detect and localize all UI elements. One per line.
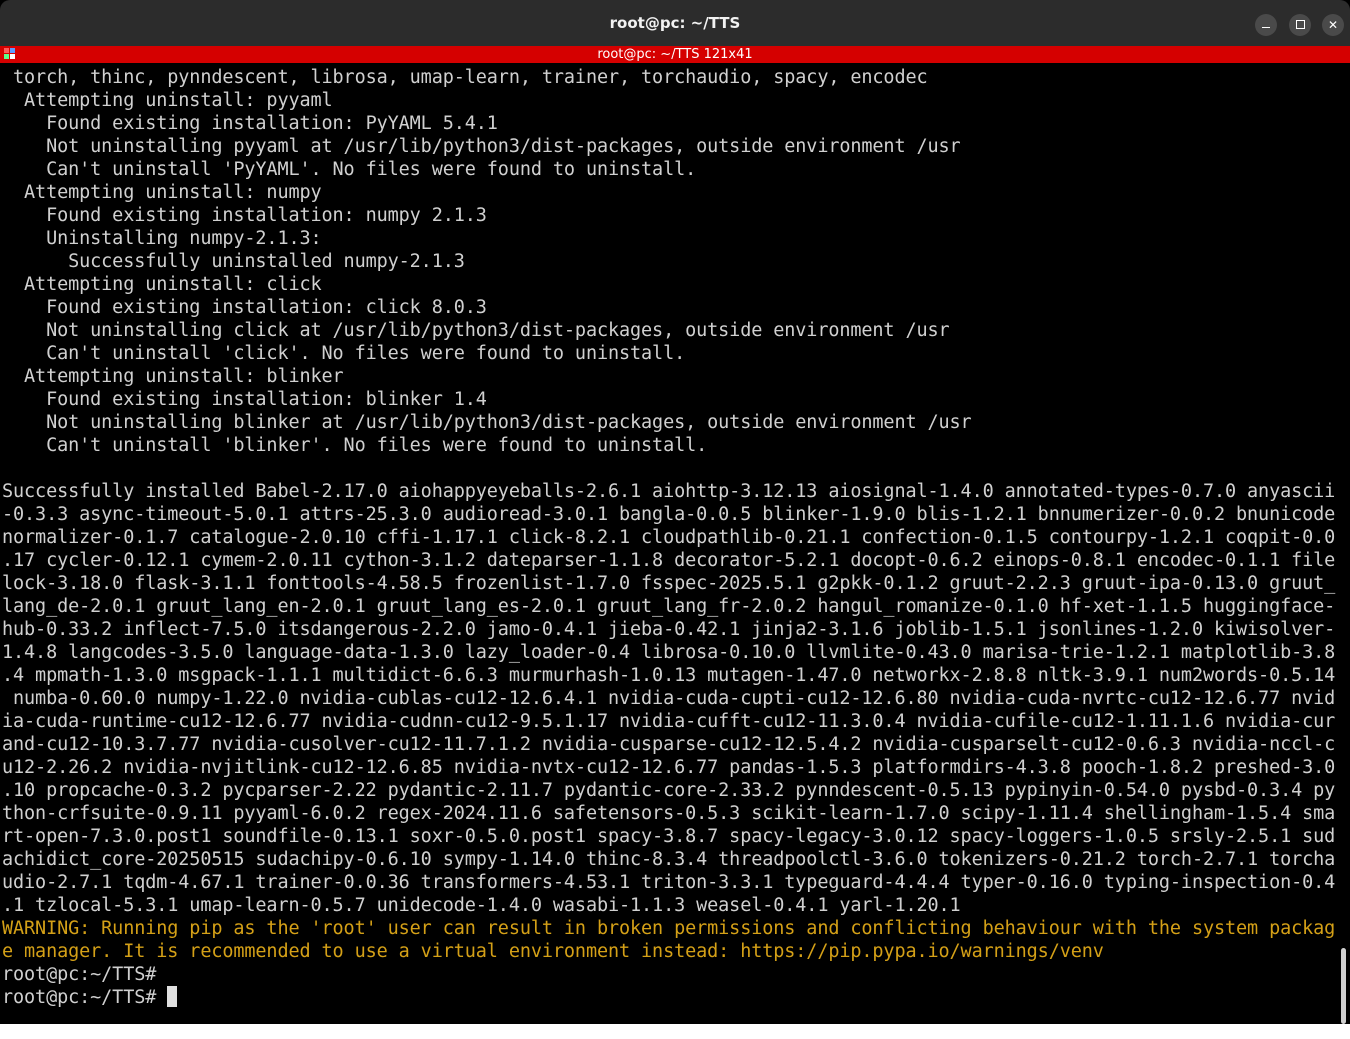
output-line: Found existing installation: numpy 2.1.3: [2, 205, 487, 226]
output-line: Uninstalling numpy-2.1.3:: [2, 228, 322, 249]
output-line: Can't uninstall 'blinker'. No files were…: [2, 435, 708, 456]
output-line: Attempting uninstall: blinker: [2, 366, 344, 387]
output-line: Not uninstalling pyyaml at /usr/lib/pyth…: [2, 136, 961, 157]
terminal-output[interactable]: torch, thinc, pynndescent, librosa, umap…: [2, 66, 1338, 1026]
output-line: 1.4.8 langcodes-3.5.0 language-data-1.3.…: [2, 642, 1336, 663]
window-title: root@pc: ~/TTS: [609, 14, 741, 32]
output-line: lock-3.18.0 flask-3.1.1 fonttools-4.58.5…: [2, 573, 1336, 594]
output-line: udio-2.7.1 tqdm-4.67.1 trainer-0.0.36 tr…: [2, 872, 1336, 893]
output-line: hub-0.33.2 inflect-7.5.0 itsdangerous-2.…: [2, 619, 1336, 640]
close-icon: ✕: [1327, 18, 1339, 32]
prompt-line: root@pc:~/TTS#: [2, 986, 1338, 1009]
output-line: Attempting uninstall: click: [2, 274, 322, 295]
output-line: numba-0.60.0 numpy-1.22.0 nvidia-cublas-…: [2, 688, 1336, 709]
output-line: Attempting uninstall: numpy: [2, 182, 322, 203]
output-line: Can't uninstall 'click'. No files were f…: [2, 343, 686, 364]
output-line: Successfully installed Babel-2.17.0 aioh…: [2, 481, 1336, 502]
output-line: rt-open-7.3.0.post1 soundfile-0.13.1 sox…: [2, 826, 1336, 847]
output-line: ia-cuda-runtime-cu12-12.6.77 nvidia-cudn…: [2, 711, 1336, 732]
output-line: .4 mpmath-1.3.0 msgpack-1.1.1 multidict-…: [2, 665, 1336, 686]
output-line: achidict_core-20250515 sudachipy-0.6.10 …: [2, 849, 1336, 870]
minimize-icon: [1262, 26, 1270, 28]
cursor: [167, 986, 178, 1007]
warning-line: e manager. It is recommended to use a vi…: [2, 941, 1104, 962]
tmux-title: root@pc: ~/TTS 121x41: [597, 47, 753, 62]
output-line: .10 propcache-0.3.2 pycparser-2.22 pydan…: [2, 780, 1336, 801]
close-button[interactable]: ✕: [1322, 14, 1344, 36]
output-line: Attempting uninstall: pyyaml: [2, 90, 333, 111]
warning-line: WARNING: Running pip as the 'root' user …: [2, 918, 1336, 939]
tmux-status-bar: root@pc: ~/TTS 121x41: [0, 46, 1350, 63]
prompt-line: root@pc:~/TTS#: [2, 964, 168, 985]
output-line: Can't uninstall 'PyYAML'. No files were …: [2, 159, 697, 180]
output-line: normalizer-0.1.7 catalogue-2.0.10 cffi-1…: [2, 527, 1336, 548]
maximize-button[interactable]: [1289, 14, 1311, 36]
output-line: .17 cycler-0.12.1 cymem-2.0.11 cython-3.…: [2, 550, 1336, 571]
title-bar[interactable]: root@pc: ~/TTS ✕: [0, 0, 1350, 46]
minimize-button[interactable]: [1255, 14, 1277, 36]
output-line: -0.3.3 async-timeout-5.0.1 attrs-25.3.0 …: [2, 504, 1336, 525]
terminal-window: root@pc: ~/TTS ✕ root@pc: ~/TTS 121x41 t…: [0, 0, 1350, 1039]
output-line: lang_de-2.0.1 gruut_lang_en-2.0.1 gruut_…: [2, 596, 1336, 617]
output-line: torch, thinc, pynndescent, librosa, umap…: [2, 67, 928, 88]
output-line: .1 tzlocal-5.3.1 umap-learn-0.5.7 unidec…: [2, 895, 961, 916]
output-line: Not uninstalling click at /usr/lib/pytho…: [2, 320, 950, 341]
output-line: and-cu12-10.3.7.77 nvidia-cusolver-cu12-…: [2, 734, 1336, 755]
output-line: u12-2.26.2 nvidia-nvjitlink-cu12-12.6.85…: [2, 757, 1336, 778]
scrollbar-thumb[interactable]: [1341, 948, 1346, 1024]
window-bottom-edge: [0, 1024, 1350, 1039]
output-line: Found existing installation: click 8.0.3: [2, 297, 487, 318]
maximize-icon: [1295, 20, 1305, 29]
output-line: Successfully uninstalled numpy-2.1.3: [2, 251, 465, 272]
output-line: Found existing installation: PyYAML 5.4.…: [2, 113, 498, 134]
output-line: Found existing installation: blinker 1.4: [2, 389, 487, 410]
output-line: thon-crfsuite-0.9.11 pyyaml-6.0.2 regex-…: [2, 803, 1336, 824]
output-line: Not uninstalling blinker at /usr/lib/pyt…: [2, 412, 972, 433]
